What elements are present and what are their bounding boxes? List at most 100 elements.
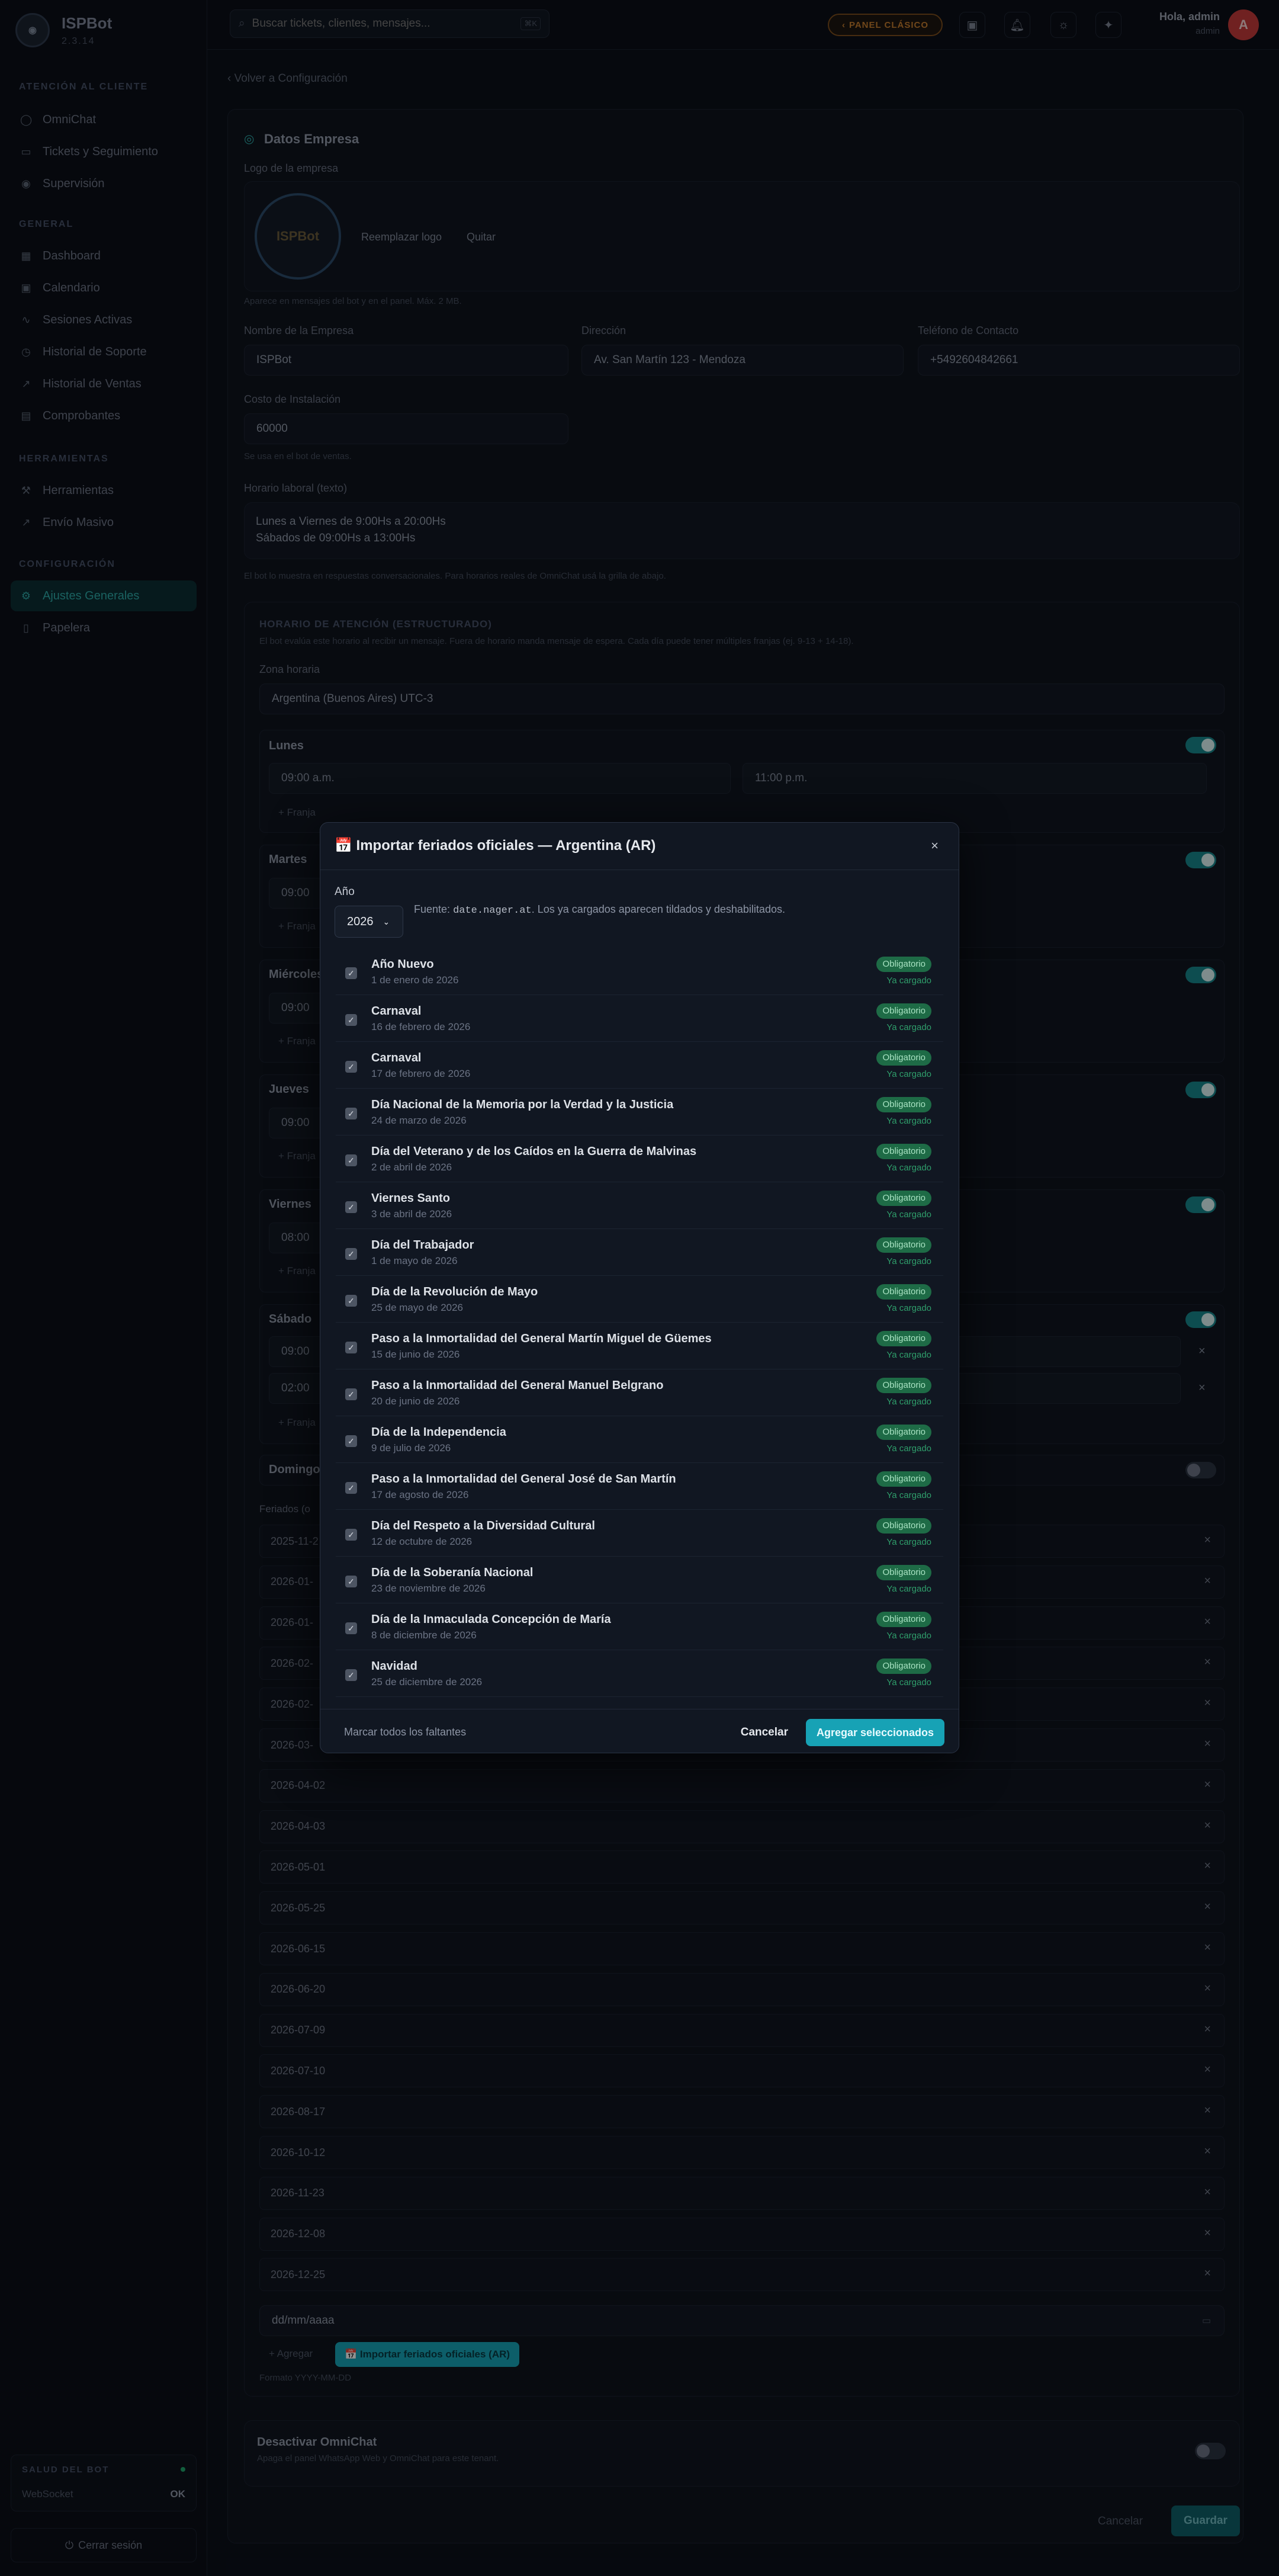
modal-cancel-button[interactable]: Cancelar [741,1726,788,1739]
already-loaded-label: Ya cargado [886,1116,931,1126]
checkbox-checked-icon[interactable]: ✓ [345,1529,357,1541]
holiday-import-item[interactable]: ✓ Día de la Independencia 9 de julio de 20… [336,1416,943,1463]
holiday-name: Año Nuevo [371,958,434,971]
holiday-name: Día del Respeto a la Diversidad Cultural [371,1519,595,1532]
source-suffix: . Los ya cargados aparecen tildados y de… [531,903,785,915]
holiday-date: 1 de mayo de 2026 [371,1255,458,1266]
holiday-import-item[interactable]: ✓ Paso a la Inmortalidad del General Manu… [336,1369,943,1416]
checkbox-checked-icon[interactable]: ✓ [345,1201,357,1213]
mandatory-badge: Obligatorio [876,1425,931,1440]
holiday-date: 17 de agosto de 2026 [371,1489,469,1500]
holiday-name: Día del Veterano y de los Caídos en la G… [371,1145,697,1158]
checkbox-checked-icon[interactable]: ✓ [345,1248,357,1260]
holiday-import-item[interactable]: ✓ Día de la Inmaculada Concepción de Marí… [336,1603,943,1650]
holiday-name: Día Nacional de la Memoria por la Verdad… [371,1098,674,1111]
already-loaded-label: Ya cargado [886,1537,931,1547]
checkbox-checked-icon[interactable]: ✓ [345,1014,357,1026]
holiday-date: 12 de octubre de 2026 [371,1536,473,1547]
holiday-import-item[interactable]: ✓ Paso a la Inmortalidad del General José… [336,1463,943,1510]
year-value: 2026 [347,915,374,928]
holiday-name: Día de la Independencia [371,1426,506,1439]
already-loaded-label: Ya cargado [886,1490,931,1500]
already-loaded-label: Ya cargado [886,1443,931,1454]
mandatory-badge: Obligatorio [876,1284,931,1300]
mandatory-badge: Obligatorio [876,1050,931,1066]
already-loaded-label: Ya cargado [886,1303,931,1313]
checkbox-checked-icon[interactable]: ✓ [345,1295,357,1307]
mandatory-badge: Obligatorio [876,1565,931,1580]
year-label: Año [335,886,355,898]
holiday-name: Paso a la Inmortalidad del General José … [371,1473,676,1486]
already-loaded-label: Ya cargado [886,1631,931,1641]
already-loaded-label: Ya cargado [886,1022,931,1032]
already-loaded-label: Ya cargado [886,976,931,986]
mandatory-badge: Obligatorio [876,1191,931,1206]
holiday-name: Navidad [371,1660,417,1673]
holiday-name: Carnaval [371,1051,422,1064]
already-loaded-label: Ya cargado [886,1069,931,1079]
source-note: Fuente: date.nager.at. Los ya cargados a… [414,903,785,916]
holiday-import-item[interactable]: ✓ Año Nuevo 1 de enero de 2026 Obligatorio Y… [336,948,943,995]
mandatory-badge: Obligatorio [876,1658,931,1674]
already-loaded-label: Ya cargado [886,1397,931,1407]
holiday-import-item[interactable]: ✓ Día de la Soberanía Nacional 23 de novie… [336,1557,943,1603]
already-loaded-label: Ya cargado [886,1350,931,1360]
holiday-import-list: ✓ Año Nuevo 1 de enero de 2026 Obligatorio Y… [336,948,943,1697]
holiday-import-item[interactable]: ✓ Carnaval 16 de febrero de 2026 Obligatori… [336,995,943,1042]
checkbox-checked-icon[interactable]: ✓ [345,1482,357,1494]
mark-all-missing-button[interactable]: Marcar todos los faltantes [344,1726,466,1738]
add-selected-button[interactable]: Agregar seleccionados [806,1719,944,1746]
already-loaded-label: Ya cargado [886,1584,931,1594]
checkbox-checked-icon[interactable]: ✓ [345,1669,357,1681]
checkbox-checked-icon[interactable]: ✓ [345,1388,357,1400]
modal-title: 📅 Importar feriados oficiales — Argentin… [335,838,656,854]
holiday-name: Día de la Inmaculada Concepción de María [371,1613,611,1626]
holiday-date: 16 de febrero de 2026 [371,1021,471,1032]
holiday-name: Carnaval [371,1005,422,1018]
holiday-import-item[interactable]: ✓ Día de la Revolución de Mayo 25 de mayo … [336,1276,943,1323]
holiday-import-item[interactable]: ✓ Paso a la Inmortalidad del General Mart… [336,1323,943,1369]
holiday-date: 17 de febrero de 2026 [371,1068,471,1079]
holiday-name: Paso a la Inmortalidad del General Manue… [371,1379,664,1392]
holiday-import-item[interactable]: ✓ Navidad 25 de diciembre de 2026 Obligator… [336,1650,943,1697]
year-select[interactable]: 2026 ⌄ [335,906,403,938]
holiday-date: 3 de abril de 2026 [371,1208,452,1220]
holiday-date: 25 de mayo de 2026 [371,1302,464,1313]
holiday-name: Día de la Revolución de Mayo [371,1285,538,1298]
holiday-date: 25 de diciembre de 2026 [371,1676,483,1688]
holiday-date: 1 de enero de 2026 [371,974,459,986]
holiday-name: Día de la Soberanía Nacional [371,1566,534,1579]
holiday-import-item[interactable]: ✓ Día Nacional de la Memoria por la Verda… [336,1089,943,1135]
mandatory-badge: Obligatorio [876,1003,931,1019]
modal-footer: Marcar todos los faltantes Cancelar Agre… [320,1709,959,1754]
checkbox-checked-icon[interactable]: ✓ [345,1435,357,1447]
source-code: date.nager.at [453,905,532,916]
already-loaded-label: Ya cargado [886,1256,931,1266]
holiday-date: 9 de julio de 2026 [371,1442,451,1454]
mandatory-badge: Obligatorio [876,1612,931,1627]
already-loaded-label: Ya cargado [886,1677,931,1688]
close-icon[interactable]: × [931,838,939,854]
holiday-date: 20 de junio de 2026 [371,1396,460,1407]
mandatory-badge: Obligatorio [876,1237,931,1253]
checkbox-checked-icon[interactable]: ✓ [345,1342,357,1353]
checkbox-checked-icon[interactable]: ✓ [345,967,357,979]
chevron-down-icon: ⌄ [383,916,390,926]
holiday-date: 24 de marzo de 2026 [371,1115,467,1126]
holiday-date: 23 de noviembre de 2026 [371,1583,486,1594]
mandatory-badge: Obligatorio [876,1331,931,1346]
import-holidays-modal: 📅 Importar feriados oficiales — Argentin… [320,822,959,1753]
checkbox-checked-icon[interactable]: ✓ [345,1154,357,1166]
mandatory-badge: Obligatorio [876,1097,931,1112]
holiday-import-item[interactable]: ✓ Viernes Santo 3 de abril de 2026 Obligato… [336,1182,943,1229]
checkbox-checked-icon[interactable]: ✓ [345,1108,357,1119]
holiday-date: 15 de junio de 2026 [371,1349,460,1360]
checkbox-checked-icon[interactable]: ✓ [345,1576,357,1587]
checkbox-checked-icon[interactable]: ✓ [345,1622,357,1634]
checkbox-checked-icon[interactable]: ✓ [345,1061,357,1073]
holiday-import-item[interactable]: ✓ Carnaval 17 de febrero de 2026 Obligatori… [336,1042,943,1089]
mandatory-badge: Obligatorio [876,1144,931,1159]
holiday-import-item[interactable]: ✓ Día del Trabajador 1 de mayo de 2026 Obli… [336,1229,943,1276]
holiday-import-item[interactable]: ✓ Día del Respeto a la Diversidad Cultura… [336,1510,943,1557]
holiday-import-item[interactable]: ✓ Día del Veterano y de los Caídos en la … [336,1135,943,1182]
